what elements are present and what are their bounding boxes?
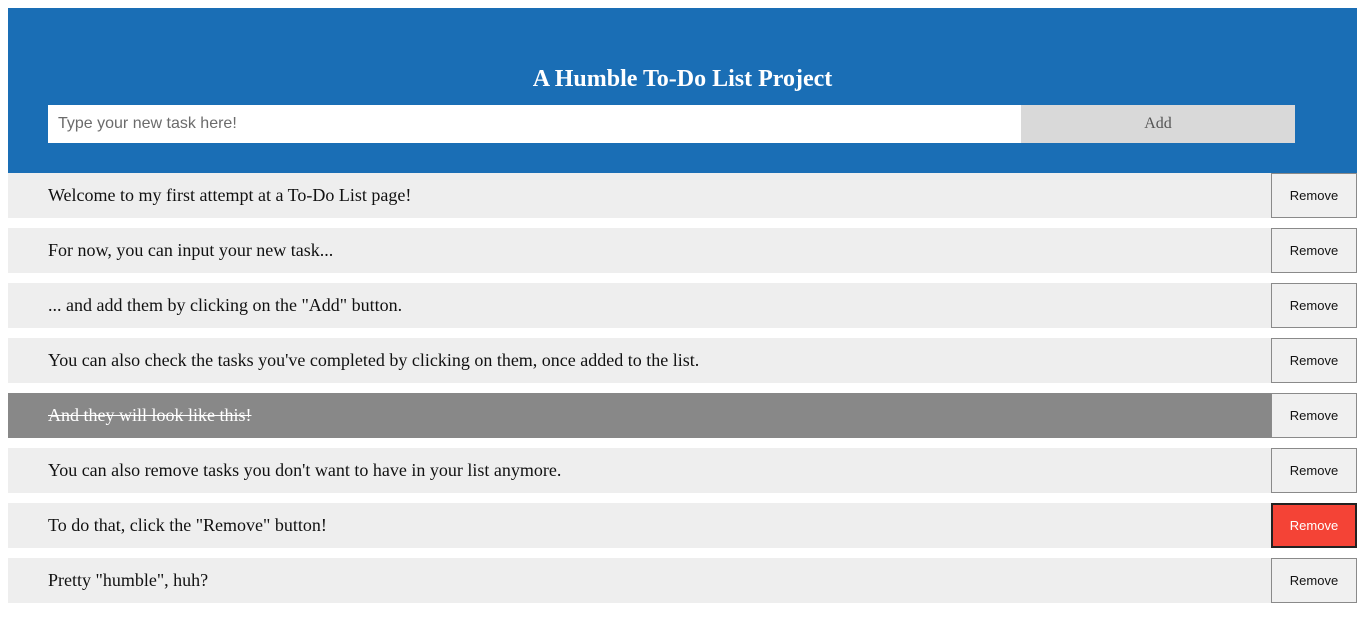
task-item-completed[interactable]: And they will look like this! Remove: [8, 393, 1357, 438]
add-button[interactable]: Add: [1021, 105, 1295, 143]
page-title: A Humble To-Do List Project: [532, 66, 833, 92]
task-item[interactable]: Pretty "humble", huh? Remove: [8, 558, 1357, 603]
task-text: And they will look like this!: [48, 405, 252, 425]
task-text: For now, you can input your new task...: [48, 240, 334, 260]
remove-button[interactable]: Remove: [1271, 228, 1357, 273]
task-text: You can also check the tasks you've comp…: [48, 350, 700, 370]
remove-button[interactable]: Remove: [1271, 448, 1357, 493]
new-task-input[interactable]: [48, 105, 1021, 143]
remove-button[interactable]: Remove: [1271, 503, 1357, 548]
task-item[interactable]: For now, you can input your new task... …: [8, 228, 1357, 273]
task-item[interactable]: ... and add them by clicking on the "Add…: [8, 283, 1357, 328]
task-text: ... and add them by clicking on the "Add…: [48, 295, 403, 315]
task-text: Welcome to my first attempt at a To-Do L…: [48, 185, 412, 205]
task-list: Welcome to my first attempt at a To-Do L…: [8, 173, 1357, 613]
task-text: To do that, click the "Remove" button!: [48, 515, 327, 535]
remove-button[interactable]: Remove: [1271, 338, 1357, 383]
task-item[interactable]: To do that, click the "Remove" button! R…: [8, 503, 1357, 548]
task-item[interactable]: Welcome to my first attempt at a To-Do L…: [8, 173, 1357, 218]
task-text: You can also remove tasks you don't want…: [48, 460, 562, 480]
header: A Humble To-Do List Project Add: [8, 8, 1357, 173]
task-text: Pretty "humble", huh?: [48, 570, 209, 590]
remove-button[interactable]: Remove: [1271, 173, 1357, 218]
task-item[interactable]: You can also remove tasks you don't want…: [8, 448, 1357, 493]
task-item[interactable]: You can also check the tasks you've comp…: [8, 338, 1357, 383]
remove-button[interactable]: Remove: [1271, 393, 1357, 438]
remove-button[interactable]: Remove: [1271, 558, 1357, 603]
remove-button[interactable]: Remove: [1271, 283, 1357, 328]
